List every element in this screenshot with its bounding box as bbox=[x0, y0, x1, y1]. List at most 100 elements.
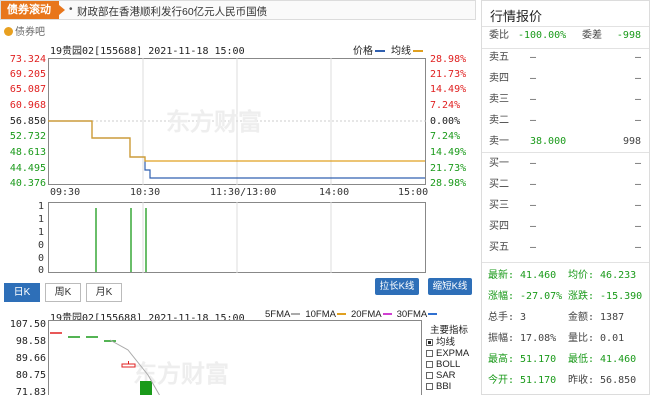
legend-avg-swatch bbox=[413, 50, 423, 52]
price-axis-label: 65.087 bbox=[9, 84, 46, 95]
bid-level-label: 买三 bbox=[489, 200, 509, 211]
kline-chart: 东方财富 bbox=[48, 320, 422, 395]
stat-latest: 最新: 41.460 bbox=[488, 270, 557, 281]
ma5-label: 5FMA bbox=[265, 309, 291, 320]
pct-axis-label: 7.24% bbox=[430, 100, 461, 111]
news-bar: 债券滚动 • 财政部在香港顺利发行60亿元人民币国债 bbox=[0, 0, 476, 20]
stat-prev-close: 昨收: 56.850 bbox=[568, 375, 637, 386]
bid-price: – bbox=[530, 200, 537, 211]
ask-volume: 998 bbox=[622, 136, 641, 147]
ma20-swatch bbox=[382, 313, 392, 315]
tab-daily-k[interactable]: 日K bbox=[4, 283, 40, 302]
time-axis-label: 09:30 bbox=[50, 187, 81, 198]
kline-axis-label: 98.58 bbox=[15, 336, 46, 347]
pct-axis-label: 14.49% bbox=[430, 147, 467, 158]
bid-row: 买二 – – bbox=[482, 174, 649, 196]
time-axis-label: 14:00 bbox=[319, 187, 350, 198]
order-diff-label: 委差 bbox=[582, 30, 602, 41]
price-axis-label: 48.613 bbox=[9, 147, 46, 158]
timeshare-legend: 价格 均线 bbox=[353, 42, 423, 57]
pct-axis-label: 21.73% bbox=[430, 163, 467, 174]
stat-row: 今开: 51.170 昨收: 56.850 bbox=[482, 370, 649, 391]
ask-level-label: 卖五 bbox=[489, 52, 509, 63]
timeshare-title: 19贵园02[155688] 2021-11-18 15:00 bbox=[50, 46, 245, 57]
bond-bar-icon bbox=[4, 27, 13, 36]
time-axis-label: 11:30/13:00 bbox=[210, 187, 277, 198]
order-ratio-row: 委比 -100.00% 委差 -998 bbox=[482, 25, 649, 47]
ask-price: 38.000 bbox=[530, 136, 567, 147]
bid-price: – bbox=[530, 158, 537, 169]
time-axis-label: 15:00 bbox=[398, 187, 429, 198]
ma10-swatch bbox=[336, 313, 346, 315]
watermark-logo: 东方财富 bbox=[166, 108, 262, 136]
indicator-label: EXPMA bbox=[436, 348, 470, 359]
indicator-option-expma[interactable]: EXPMA bbox=[426, 348, 478, 359]
quote-title: 行情报价 bbox=[490, 9, 543, 24]
bid-level-label: 买二 bbox=[489, 179, 509, 190]
stat-amount: 金额: 1387 bbox=[568, 312, 625, 323]
bid-volume: – bbox=[634, 179, 641, 190]
ask-row: 卖二 – – bbox=[482, 110, 649, 132]
stat-amplitude: 振幅: 17.08% bbox=[488, 333, 557, 344]
price-axis-label: 73.324 bbox=[9, 54, 46, 65]
ask-volume: – bbox=[634, 115, 641, 126]
pct-axis-label: 28.98% bbox=[430, 178, 467, 189]
indicators-title: 主要指标 bbox=[430, 325, 469, 336]
news-tag[interactable]: 债券滚动 bbox=[1, 1, 65, 19]
ask-row: 卖五 – – bbox=[482, 47, 649, 69]
ma20-label: 20FMA bbox=[350, 309, 382, 320]
checkbox-icon bbox=[426, 372, 433, 379]
shorten-kline-button[interactable]: 缩短K线 bbox=[428, 278, 472, 295]
bid-price: – bbox=[530, 242, 537, 253]
stat-row: 振幅: 17.08% 量比: 0.01 bbox=[482, 328, 649, 349]
kline-candle bbox=[121, 363, 136, 368]
ask-price: – bbox=[530, 52, 537, 63]
radio-selected-icon bbox=[426, 339, 433, 346]
kline-axis-label: 80.75 bbox=[15, 370, 46, 381]
news-bullet: • bbox=[69, 4, 73, 15]
price-axis-label: 60.968 bbox=[9, 100, 46, 111]
tab-weekly-k[interactable]: 周K bbox=[45, 283, 81, 302]
bid-volume: – bbox=[634, 200, 641, 211]
bond-bar-link[interactable]: 债券吧 bbox=[4, 23, 45, 38]
indicator-option-bbi[interactable]: BBI bbox=[426, 381, 478, 392]
volume-axis-label: 1 bbox=[38, 227, 45, 238]
stat-high: 最高: 51.170 bbox=[488, 354, 557, 365]
legend-avg-label: 均线 bbox=[391, 46, 411, 57]
price-axis-label: 40.376 bbox=[9, 178, 46, 189]
ask-level-label: 卖二 bbox=[489, 115, 509, 126]
pct-axis-label: 21.73% bbox=[430, 69, 467, 80]
ma30-label: 30FMA bbox=[396, 309, 428, 320]
bid-row: 买三 – – bbox=[482, 195, 649, 217]
news-headline[interactable]: 财政部在香港顺利发行60亿元人民币国债 bbox=[77, 4, 267, 19]
indicator-option-boll[interactable]: BOLL bbox=[426, 359, 478, 370]
price-axis-label: 56.850 bbox=[9, 116, 46, 127]
stat-open: 今开: 51.170 bbox=[488, 375, 557, 386]
indicator-option-ma[interactable]: 均线 bbox=[426, 337, 478, 348]
stat-avg-price: 均价: 46.233 bbox=[568, 270, 637, 281]
ask-row: 卖四 – – bbox=[482, 68, 649, 90]
order-ratio-value: -100.00% bbox=[518, 30, 567, 41]
bid-row: 买一 – – bbox=[482, 153, 649, 175]
indicator-option-sar[interactable]: SAR bbox=[426, 370, 478, 381]
indicator-label: BBI bbox=[436, 381, 452, 392]
bond-bar-label: 债券吧 bbox=[15, 27, 45, 38]
pct-axis-label: 0.00% bbox=[430, 116, 461, 127]
stat-row: 最高: 51.170 最低: 41.460 bbox=[482, 349, 649, 370]
volume-axis-label: 0 bbox=[38, 240, 45, 251]
ask-price: – bbox=[530, 115, 537, 126]
tab-monthly-k[interactable]: 月K bbox=[86, 283, 122, 302]
bid-price: – bbox=[530, 179, 537, 190]
bid-volume: – bbox=[634, 158, 641, 169]
lengthen-kline-button[interactable]: 拉长K线 bbox=[375, 278, 419, 295]
stat-low: 最低: 41.460 bbox=[568, 354, 637, 365]
ask-row: 卖一 38.000 998 bbox=[482, 131, 649, 153]
quote-panel: 行情报价 委比 -100.00% 委差 -998 卖五 – – 卖四 – – 卖三 – – … bbox=[481, 0, 650, 395]
stat-change-pct: 涨幅: -27.07% bbox=[488, 291, 563, 302]
order-ratio-label: 委比 bbox=[489, 30, 509, 41]
bid-level-label: 买五 bbox=[489, 242, 509, 253]
ask-level-label: 卖四 bbox=[489, 73, 509, 84]
volume-axis-label: 1 bbox=[38, 201, 45, 212]
stat-volume-ratio: 量比: 0.01 bbox=[568, 333, 625, 344]
kline-frame bbox=[48, 320, 422, 395]
